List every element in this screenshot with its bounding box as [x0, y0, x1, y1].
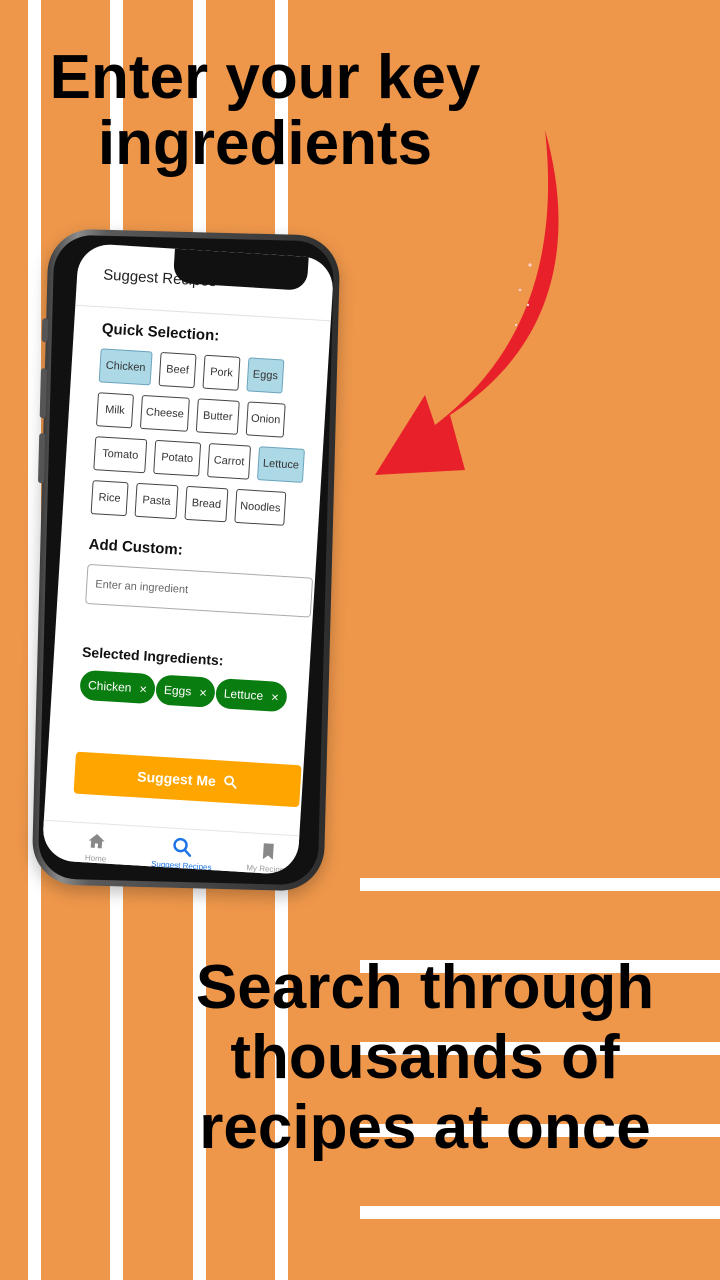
- background-stripe: [360, 1206, 720, 1219]
- chip-carrot[interactable]: Carrot: [207, 443, 252, 480]
- chip-chicken[interactable]: Chicken: [98, 348, 153, 386]
- nav-suggest-label: Suggest Recipes: [150, 859, 212, 873]
- chip-bread[interactable]: Bread: [184, 485, 229, 523]
- add-custom-label: Add Custom:: [88, 535, 184, 559]
- selected-tag-label: Chicken: [87, 678, 132, 695]
- suggest-button-label: Suggest Me: [136, 768, 217, 790]
- phone-side-button: [37, 433, 46, 484]
- chip-eggs[interactable]: Eggs: [246, 357, 285, 394]
- bottom-nav: Home Suggest Recipes My Recipes: [41, 819, 300, 876]
- phone-side-button: [39, 368, 47, 419]
- selected-tag-label: Lettuce: [223, 686, 264, 703]
- selected-ingredients-label: Selected Ingredients:: [81, 643, 224, 669]
- chip-noodles[interactable]: Noodles: [234, 488, 287, 526]
- background-stripe: [360, 878, 720, 891]
- headline-bottom-line2: thousands of: [230, 1023, 620, 1092]
- chip-potato[interactable]: Potato: [153, 439, 202, 477]
- phone-bezel: Suggest Recipes Quick Selection: Chicken…: [37, 234, 335, 886]
- nav-my-recipes[interactable]: My Recipes: [227, 840, 309, 875]
- selected-tag-label: Eggs: [163, 682, 192, 699]
- phone-side-button: [41, 318, 49, 343]
- nav-my-recipes-label: My Recipes: [246, 863, 289, 875]
- selected-tag-chicken: Chicken ×: [79, 669, 156, 705]
- home-icon: [88, 834, 105, 849]
- nav-home[interactable]: Home: [55, 830, 137, 866]
- search-icon: [224, 775, 237, 789]
- chip-lettuce[interactable]: Lettuce: [256, 446, 305, 483]
- curved-arrow-icon: [375, 130, 559, 475]
- nav-home-label: Home: [84, 853, 107, 864]
- chip-rice[interactable]: Rice: [90, 480, 129, 517]
- phone-mockup: Suggest Recipes Quick Selection: Chicken…: [31, 228, 341, 892]
- headline-bottom-line3: recipes at once: [199, 1093, 651, 1162]
- quick-selection-label: Quick Selection:: [101, 320, 220, 345]
- chip-butter[interactable]: Butter: [195, 398, 240, 435]
- app-screen: Suggest Recipes Quick Selection: Chicken…: [41, 242, 335, 876]
- nav-suggest-recipes[interactable]: Suggest Recipes: [141, 835, 223, 873]
- custom-ingredient-input[interactable]: Enter an ingredient: [85, 563, 314, 618]
- selected-tag-lettuce: Lettuce ×: [214, 678, 288, 713]
- chip-milk[interactable]: Milk: [95, 392, 134, 429]
- remove-icon[interactable]: ×: [139, 681, 147, 696]
- remove-icon[interactable]: ×: [271, 689, 279, 704]
- header-divider: [75, 304, 331, 322]
- headline-bottom-line1: Search through: [195, 953, 655, 1022]
- chip-onion[interactable]: Onion: [245, 401, 286, 438]
- chip-pasta[interactable]: Pasta: [134, 482, 179, 520]
- chip-cheese[interactable]: Cheese: [139, 394, 190, 432]
- chip-beef[interactable]: Beef: [158, 351, 197, 389]
- chip-pork[interactable]: Pork: [202, 354, 241, 391]
- headline-bottom: Search through thousands of recipes at o…: [190, 953, 660, 1163]
- suggest-button[interactable]: Suggest Me: [73, 751, 302, 808]
- headline-top-line1: Enter your key: [49, 43, 481, 112]
- chip-tomato[interactable]: Tomato: [93, 436, 148, 474]
- bookmark-icon: [262, 843, 274, 860]
- selected-tag-eggs: Eggs ×: [155, 674, 216, 708]
- remove-icon[interactable]: ×: [199, 685, 207, 700]
- search-icon: [173, 837, 192, 857]
